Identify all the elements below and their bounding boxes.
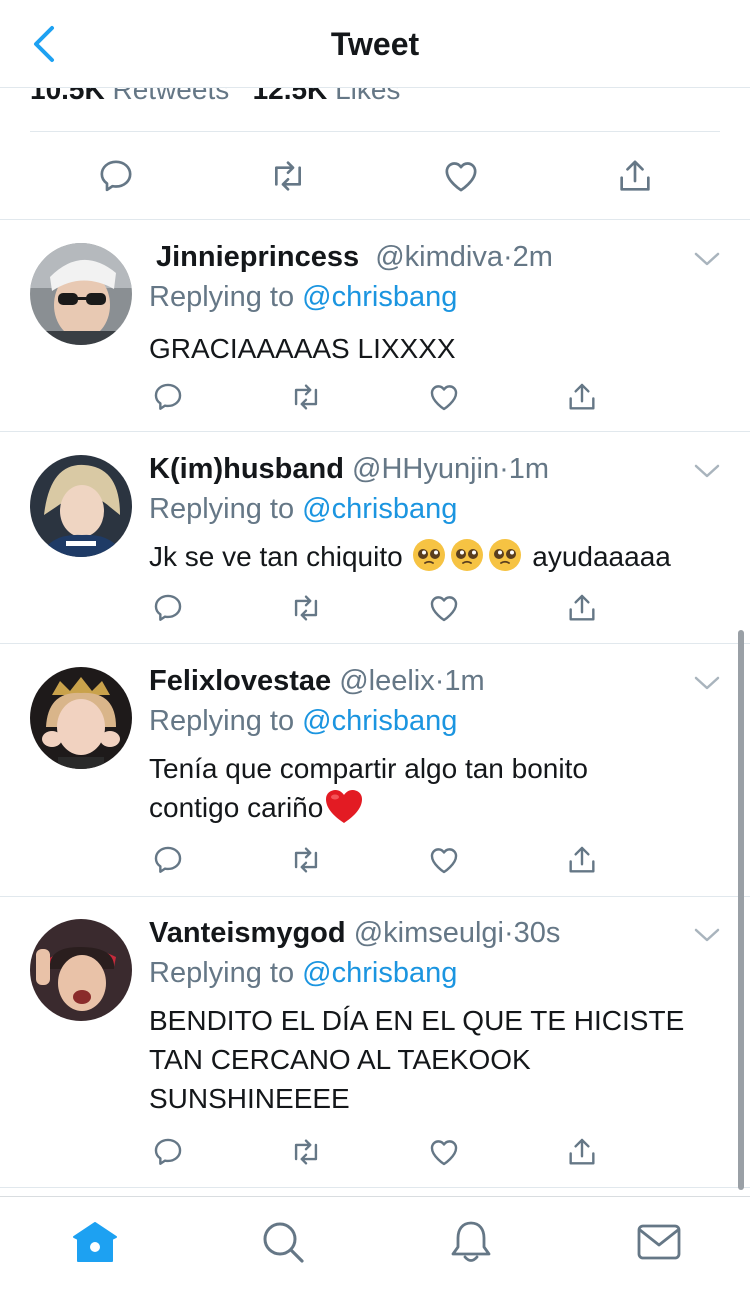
reply-button[interactable] [148, 377, 188, 417]
search-icon [263, 1222, 304, 1263]
comment-icon [154, 846, 182, 873]
user-handle[interactable]: @kimdiva [375, 241, 503, 273]
notifications-icon [451, 1221, 491, 1262]
like-button[interactable] [424, 377, 464, 417]
retweet-button[interactable] [286, 377, 326, 417]
page-title: Tweet [330, 26, 420, 62]
emoji-group [410, 539, 532, 572]
heart-icon [445, 162, 477, 192]
red-heart-emoji [326, 790, 363, 823]
display-name[interactable]: K(im)husband [149, 453, 344, 485]
bottom-tab-bar [0, 1196, 750, 1294]
tweet-text: Tenía que compartir algo tan bonito cont… [149, 753, 588, 823]
pleading-face-emoji [489, 539, 522, 571]
heart-icon [430, 848, 458, 874]
retweet-icon [294, 384, 318, 410]
retweet-button[interactable] [286, 588, 326, 628]
avatar[interactable] [30, 243, 132, 345]
tab-messages[interactable] [634, 1217, 684, 1267]
heart-icon [430, 596, 458, 622]
top-bar: Tweet [0, 0, 750, 88]
timestamp[interactable]: 1m [509, 453, 549, 485]
share-button[interactable] [613, 154, 657, 198]
chevron-down-icon[interactable] [692, 459, 722, 483]
tab-notifications[interactable] [446, 1217, 496, 1267]
reply-button[interactable] [148, 840, 188, 880]
heart-icon [430, 1140, 458, 1166]
reply-header: Felixlovestae @leelix·1m [149, 665, 485, 697]
avatar[interactable] [30, 919, 132, 1021]
retweet-button[interactable] [286, 1132, 326, 1172]
reply-tweet[interactable]: Vanteismygod @kimseulgi·30s Replying to … [0, 897, 750, 1188]
reply-tweet[interactable]: Jinnieprincess @kimdiva·2m Replying to @… [0, 221, 750, 432]
replying-to: Replying to @chrisbang [149, 493, 458, 525]
user-handle[interactable]: @HHyunjin [352, 453, 499, 485]
timestamp[interactable]: 30s [514, 917, 561, 949]
user-handle[interactable]: @kimseulgi [354, 917, 504, 949]
display-name[interactable]: Jinnieprincess [156, 241, 359, 273]
messages-icon [637, 1224, 681, 1260]
like-button[interactable] [424, 840, 464, 880]
chevron-down-icon[interactable] [692, 923, 722, 947]
share-button[interactable] [562, 1132, 602, 1172]
replying-to: Replying to @chrisbang [149, 957, 458, 989]
reply-header: Jinnieprincess @kimdiva·2m [156, 241, 553, 273]
share-button[interactable] [562, 588, 602, 628]
retweet-icon [294, 595, 318, 621]
share-button[interactable] [562, 377, 602, 417]
reply-header: Vanteismygod @kimseulgi·30s [149, 917, 561, 949]
pleading-face-emoji [413, 539, 446, 571]
mention-link[interactable]: @chrisbang [302, 705, 457, 737]
avatar[interactable] [30, 667, 132, 769]
reply-button[interactable] [148, 1132, 188, 1172]
tweet-text: Jk se ve tan chiquito ayudaaaaa [149, 537, 729, 576]
heart-icon [430, 385, 458, 411]
replying-to: Replying to @chrisbang [149, 281, 458, 313]
mention-link[interactable]: @chrisbang [302, 493, 457, 525]
share-button[interactable] [562, 840, 602, 880]
home-icon [73, 1222, 117, 1262]
timestamp[interactable]: 1m [444, 665, 484, 697]
retweet-icon [294, 1139, 318, 1165]
comment-icon [100, 160, 132, 192]
share-icon [569, 1138, 595, 1165]
like-button[interactable] [439, 154, 483, 198]
comment-icon [154, 383, 182, 410]
share-icon [569, 594, 595, 621]
replying-to: Replying to @chrisbang [149, 705, 458, 737]
retweet-icon [294, 847, 318, 873]
main-tweet-actions [0, 132, 750, 220]
reply-tweet[interactable]: Felixlovestae @leelix·1m Replying to @ch… [0, 645, 750, 897]
tab-search[interactable] [258, 1217, 308, 1267]
timestamp[interactable]: 2m [513, 241, 553, 273]
scrollbar[interactable] [738, 630, 744, 1190]
retweet-button[interactable] [286, 840, 326, 880]
share-icon [569, 383, 595, 410]
tweet-text: GRACIAAAAAS LIXXXX [149, 333, 456, 364]
mention-link[interactable]: @chrisbang [302, 957, 457, 989]
share-icon [620, 160, 650, 191]
tab-home[interactable] [70, 1217, 120, 1267]
chevron-down-icon[interactable] [692, 247, 722, 271]
comment-icon [154, 1138, 182, 1165]
reply-button[interactable] [148, 588, 188, 628]
display-name[interactable]: Felixlovestae [149, 665, 331, 697]
user-handle[interactable]: @leelix [339, 665, 435, 697]
retweet-icon [275, 161, 301, 191]
chevron-down-icon[interactable] [692, 671, 722, 695]
like-button[interactable] [424, 1132, 464, 1172]
retweet-button[interactable] [266, 154, 310, 198]
mention-link[interactable]: @chrisbang [302, 281, 457, 313]
avatar[interactable] [30, 455, 132, 557]
reply-button[interactable] [94, 154, 138, 198]
reply-header: K(im)husband @HHyunjin·1m [149, 453, 550, 485]
display-name[interactable]: Vanteismygod [149, 917, 346, 949]
share-icon [569, 846, 595, 873]
comment-icon [154, 594, 182, 621]
like-button[interactable] [424, 588, 464, 628]
reply-tweet[interactable]: K(im)husband @HHyunjin·1m Replying to @c… [0, 433, 750, 644]
tweet-text: BENDITO EL DÍA EN EL QUE TE HICISTE TAN … [149, 1005, 685, 1114]
pleading-face-emoji [451, 539, 484, 571]
